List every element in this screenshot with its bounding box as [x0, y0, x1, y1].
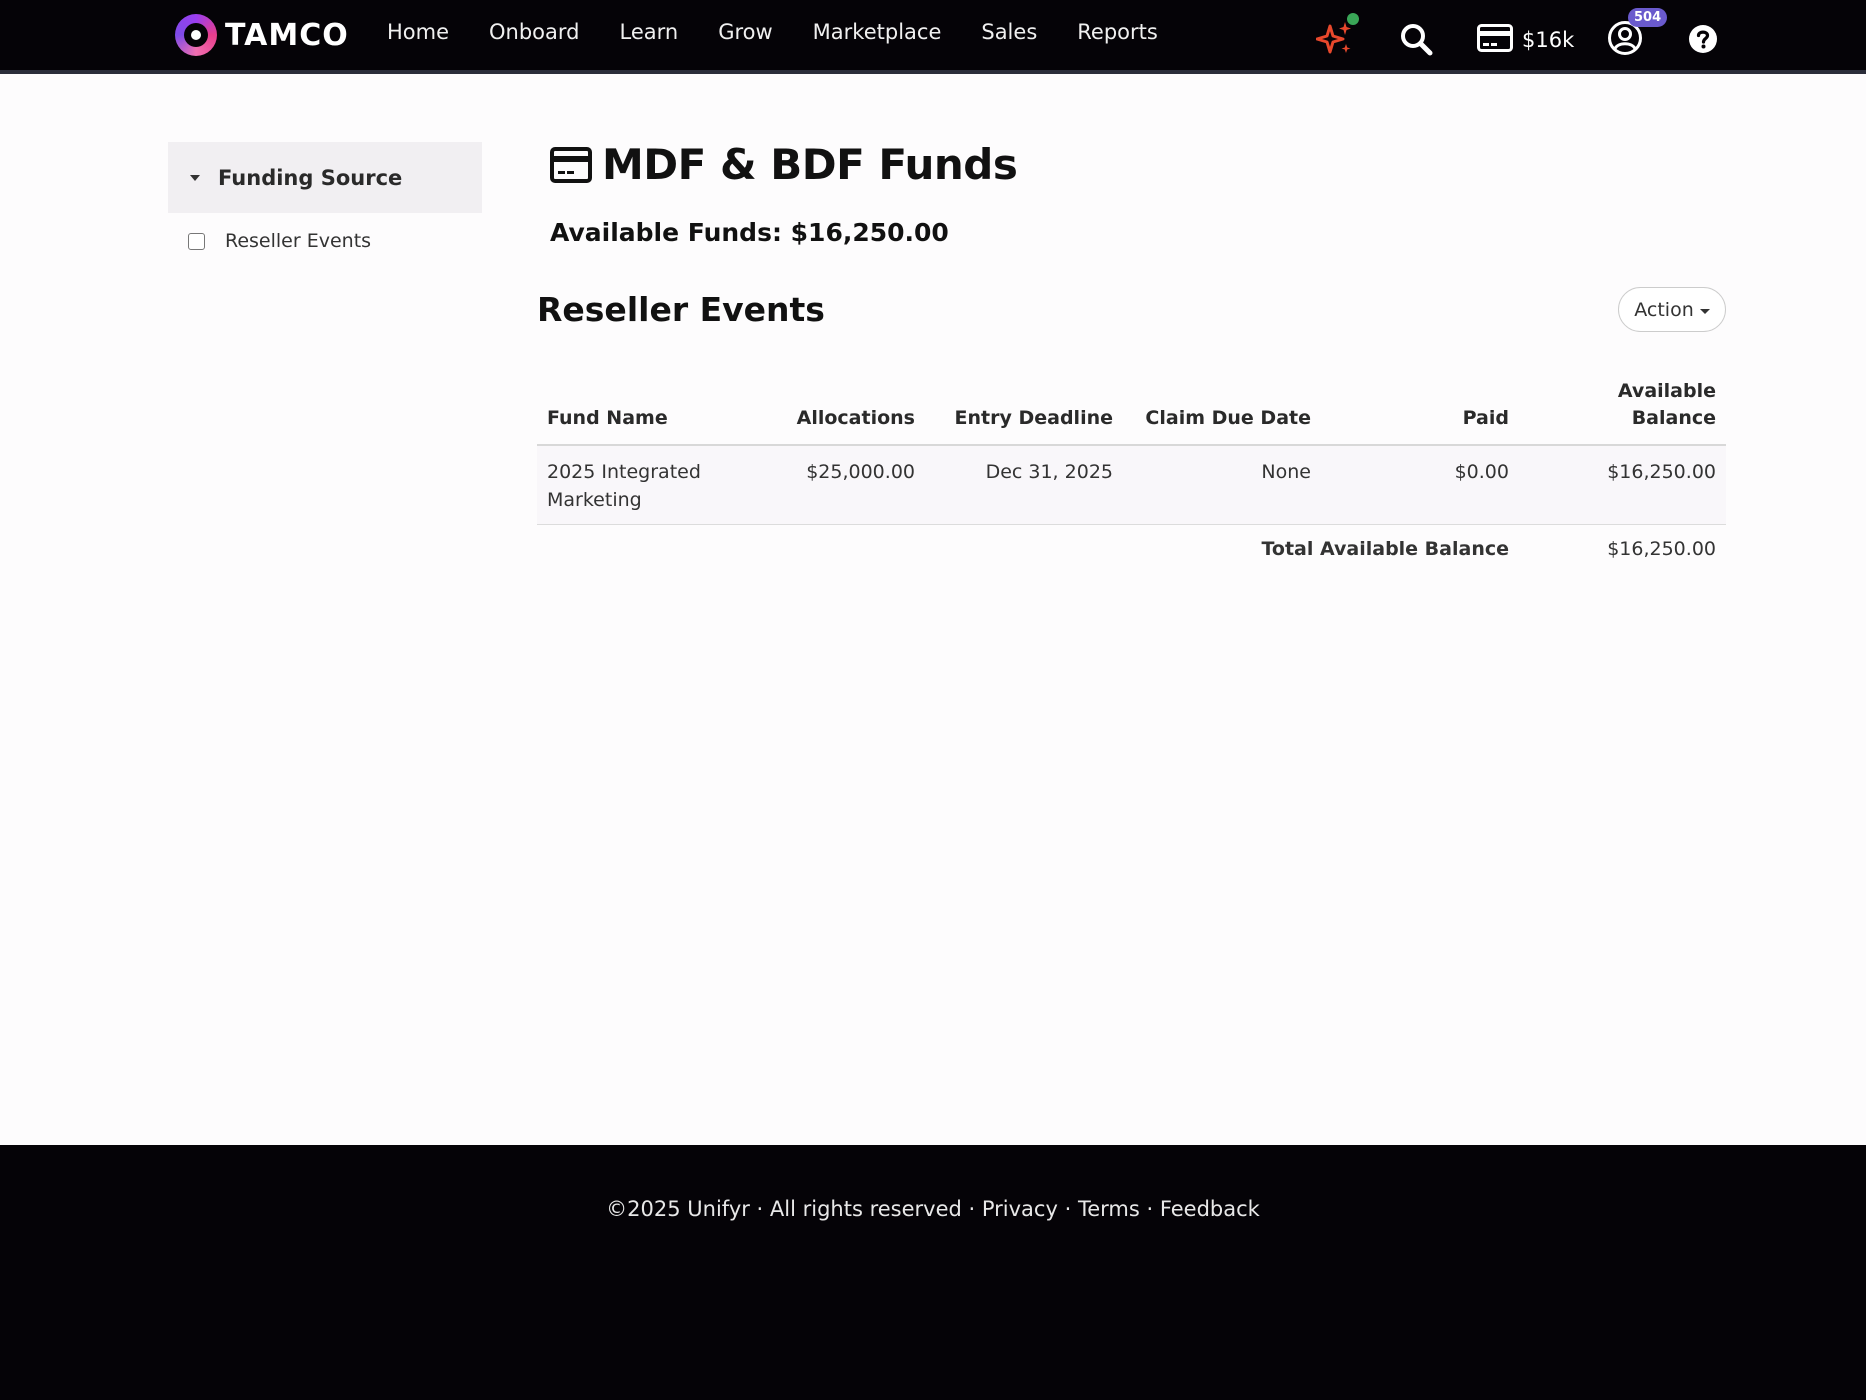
nav-home[interactable]: Home: [387, 20, 449, 44]
cell-allocations: $25,000.00: [806, 461, 915, 483]
cell-fund-name: 2025 Integrated Marketing: [537, 445, 755, 525]
cell-entry-deadline: Dec 31, 2025: [985, 461, 1113, 483]
footer-separator: ·: [1139, 1197, 1160, 1221]
search-icon[interactable]: [1399, 22, 1433, 56]
help-icon[interactable]: [1688, 24, 1718, 54]
caret-down-icon: [1699, 308, 1710, 314]
brand-name: TAMCO: [225, 17, 349, 53]
funding-source-toggle[interactable]: Funding Source: [168, 142, 482, 213]
nav-sales[interactable]: Sales: [981, 20, 1037, 44]
table-row[interactable]: 2025 Integrated Marketing $25,000.00 Dec…: [537, 445, 1726, 525]
footer-separator: ·: [1057, 1197, 1078, 1221]
col-claim-due-date[interactable]: Claim Due Date: [1123, 370, 1321, 446]
filter-reseller-events[interactable]: Reseller Events: [168, 230, 482, 252]
copyright-text: ©2025 Unifyr · All rights reserved ·: [606, 1197, 982, 1221]
col-paid[interactable]: Paid: [1321, 370, 1519, 446]
funds-summary[interactable]: $16k: [1522, 28, 1574, 52]
action-dropdown-button[interactable]: Action: [1618, 287, 1726, 332]
nav-reports[interactable]: Reports: [1077, 20, 1158, 44]
caret-down-icon: [190, 174, 200, 181]
available-funds: Available Funds: $16,250.00: [550, 218, 949, 247]
main-nav: Home Onboard Learn Grow Marketplace Sale…: [387, 20, 1198, 44]
terms-link[interactable]: Terms: [1078, 1197, 1140, 1221]
brand-logo[interactable]: TAMCO: [175, 14, 349, 56]
col-fund-name[interactable]: Fund Name: [537, 370, 755, 446]
total-value: $16,250.00: [1607, 538, 1716, 560]
page-title: MDF & BDF Funds: [602, 140, 1018, 189]
sidebar-heading: Funding Source: [218, 165, 403, 190]
reseller-events-checkbox[interactable]: [188, 232, 205, 250]
footer: ©2025 Unifyr · All rights reserved · Pri…: [0, 1145, 1866, 1400]
action-label: Action: [1634, 298, 1694, 321]
total-label: Total Available Balance: [1261, 538, 1509, 560]
credit-card-icon[interactable]: [1477, 24, 1513, 52]
footer-line: ©2025 Unifyr · All rights reserved · Pri…: [0, 1197, 1866, 1221]
cell-claim-due-date: None: [1261, 461, 1311, 483]
col-available-balance[interactable]: Available Balance: [1519, 370, 1726, 446]
page-header: MDF & BDF Funds: [550, 140, 1018, 189]
privacy-link[interactable]: Privacy: [982, 1197, 1058, 1221]
nav-marketplace[interactable]: Marketplace: [813, 20, 942, 44]
total-row: Total Available Balance $16,250.00: [537, 525, 1726, 574]
nav-onboard[interactable]: Onboard: [489, 20, 579, 44]
col-allocations[interactable]: Allocations: [755, 370, 925, 446]
credit-card-icon: [550, 146, 592, 183]
logo-ring-icon: [175, 14, 217, 56]
filter-label: Reseller Events: [225, 230, 372, 252]
section-title: Reseller Events: [537, 290, 825, 329]
cell-available-balance: $16,250.00: [1607, 461, 1716, 483]
feedback-link[interactable]: Feedback: [1160, 1197, 1260, 1221]
nav-grow[interactable]: Grow: [718, 20, 772, 44]
top-navbar: TAMCO Home Onboard Learn Grow Marketplac…: [0, 0, 1866, 74]
col-available-balance-label: Available Balance: [1617, 380, 1716, 429]
cell-paid: $0.00: [1454, 461, 1509, 483]
fund-name-text: 2025 Integrated Marketing: [547, 461, 701, 511]
filter-sidebar: Funding Source Reseller Events: [168, 142, 482, 252]
col-entry-deadline[interactable]: Entry Deadline: [925, 370, 1123, 446]
funds-table: Fund Name Allocations Entry Deadline Cla…: [537, 370, 1726, 573]
online-status-dot: [1347, 13, 1359, 25]
notification-badge: 504: [1628, 8, 1668, 27]
nav-learn[interactable]: Learn: [620, 20, 679, 44]
table-header-row: Fund Name Allocations Entry Deadline Cla…: [537, 370, 1726, 446]
